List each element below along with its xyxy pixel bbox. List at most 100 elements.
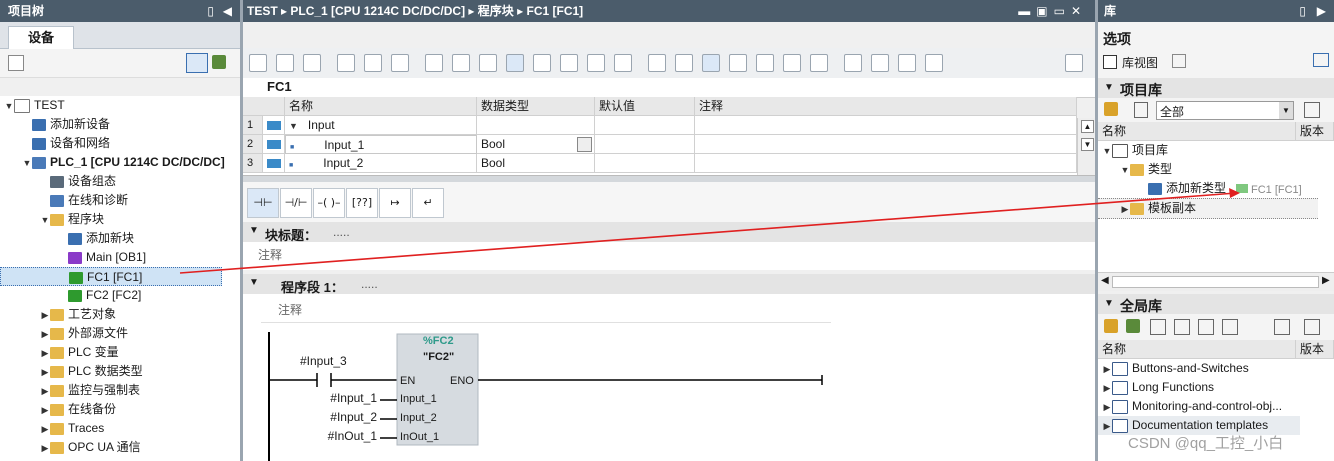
library-tree-item[interactable]: ▼ 项目库: [1098, 141, 1300, 160]
param-argument[interactable]: #Input_1: [330, 391, 377, 405]
library-filter-select[interactable]: 全部 ▼: [1156, 101, 1294, 120]
expand-arrow-icon[interactable]: ▶: [40, 344, 50, 363]
global-col-name[interactable]: 名称: [1098, 340, 1296, 359]
tree-item[interactable]: ▶ 在线备份: [0, 400, 262, 419]
tree-item[interactable]: ▼ TEST: [0, 96, 226, 115]
add-row-icon[interactable]: [425, 54, 443, 72]
col-header-comment[interactable]: 注释: [695, 97, 1077, 116]
coil-icon[interactable]: –( )–: [313, 188, 345, 218]
global-save-icon[interactable]: [1150, 319, 1166, 335]
fc2-name[interactable]: "FC2": [423, 351, 454, 363]
global-library-item[interactable]: ▶ Monitoring-and-control-obj...: [1098, 397, 1300, 416]
tree-item[interactable]: 在线和诊断: [0, 191, 262, 210]
param-type-cell[interactable]: [477, 116, 595, 135]
contact-tag[interactable]: #Input_3: [300, 354, 347, 368]
empty-box-icon[interactable]: [??]: [346, 188, 378, 218]
tab-devices[interactable]: 设备: [8, 26, 74, 50]
collapse-left-icon[interactable]: ◀: [223, 0, 232, 22]
expand-arrow-icon[interactable]: ▶: [40, 306, 50, 325]
expand-arrow-icon[interactable]: ▶: [1102, 360, 1112, 379]
bookmark-icon[interactable]: [783, 54, 801, 72]
param-name-cell[interactable]: ■ Input_1: [285, 135, 477, 154]
insert-network-icon[interactable]: [337, 54, 355, 72]
tree-item[interactable]: FC2 [FC2]: [0, 286, 280, 305]
restore-icon[interactable]: ▣: [1036, 4, 1053, 18]
absolute-address-icon[interactable]: [587, 54, 605, 72]
watch-icon[interactable]: [871, 54, 889, 72]
monitor-icon[interactable]: [560, 54, 578, 72]
tree-item[interactable]: ▶ 监控与强制表: [0, 381, 262, 400]
collapse-arrow-icon[interactable]: ▼: [289, 121, 298, 131]
scroll-thumb[interactable]: [1112, 276, 1319, 288]
compare-icon[interactable]: [925, 54, 943, 72]
global-import-icon[interactable]: [1222, 319, 1238, 335]
breadcrumb-item[interactable]: PLC_1 [CPU 1214C DC/DC/DC]: [290, 4, 465, 18]
minimize-icon[interactable]: ▬: [1018, 4, 1036, 18]
datatype-picker-icon[interactable]: [577, 137, 592, 152]
tree-item[interactable]: ▼ PLC_1 [CPU 1214C DC/DC/DC]: [0, 153, 244, 172]
nc-contact-icon[interactable]: ⊣/⊢: [280, 188, 312, 218]
scroll-left-icon[interactable]: ◀: [1101, 275, 1109, 286]
window-icon[interactable]: [1065, 54, 1083, 72]
tree-item[interactable]: 设备和网络: [0, 134, 244, 153]
library-panel-icon[interactable]: [1313, 53, 1329, 67]
collapse-arrow-icon[interactable]: ▼: [1102, 142, 1112, 161]
refresh-tree-icon[interactable]: [212, 55, 226, 69]
expand-arrow-icon[interactable]: ▶: [40, 420, 50, 439]
collapse-arrow-icon[interactable]: ▼: [1120, 161, 1130, 180]
tag-info-icon[interactable]: [614, 54, 632, 72]
expand-arrow-icon[interactable]: ▶: [40, 439, 50, 458]
expand-arrow-icon[interactable]: ▶: [40, 363, 50, 382]
global-col-version[interactable]: 版本: [1296, 340, 1334, 359]
prev-error-icon[interactable]: [756, 54, 774, 72]
expand-arrow-icon[interactable]: ▶: [1102, 417, 1112, 436]
interface-scrollbar[interactable]: ▲ ▼: [1077, 118, 1096, 175]
global-new-icon[interactable]: [1104, 319, 1118, 333]
next-error-icon[interactable]: [729, 54, 747, 72]
param-type-cell[interactable]: Bool: [477, 135, 595, 154]
expand-arrow-icon[interactable]: ▶: [1102, 379, 1112, 398]
library-export-icon[interactable]: [1304, 102, 1320, 118]
go-to-icon[interactable]: [533, 54, 551, 72]
tree-item[interactable]: FC1 [FC1]: [0, 267, 222, 286]
close-icon[interactable]: ✕: [1071, 4, 1087, 18]
global-export-icon[interactable]: [1198, 319, 1214, 335]
chevron-down-icon[interactable]: ▼: [1279, 102, 1293, 119]
param-default-cell[interactable]: [595, 135, 695, 154]
project-library-toggle-icon[interactable]: ▼: [1104, 82, 1114, 93]
expand-all-icon[interactable]: [452, 54, 470, 72]
details-view-icon[interactable]: [186, 53, 208, 73]
tree-item[interactable]: ▶ Traces: [0, 419, 262, 438]
library-view-label[interactable]: 库视图: [1122, 54, 1158, 71]
param-argument[interactable]: #Input_2: [330, 410, 377, 424]
library-list-icon[interactable]: [1134, 102, 1148, 118]
collapse-all-icon[interactable]: [479, 54, 497, 72]
global-library-item[interactable]: ▶ Buttons-and-Switches: [1098, 359, 1300, 378]
block-title-value[interactable]: .....: [333, 225, 350, 239]
breadcrumb-item[interactable]: TEST: [247, 4, 278, 18]
stop-icon[interactable]: [276, 54, 294, 72]
collapse-arrow-icon[interactable]: ▼: [4, 97, 14, 116]
expand-arrow-icon[interactable]: ▶: [1102, 398, 1112, 417]
global-props-icon[interactable]: [1274, 319, 1290, 335]
block-title-toggle-icon[interactable]: ▼: [249, 225, 259, 236]
param-name-cell[interactable]: ▼ Input: [285, 116, 477, 135]
scroll-right-icon[interactable]: ▶: [1322, 275, 1330, 286]
tree-item[interactable]: ▶ OPC UA 通信: [0, 438, 262, 457]
breadcrumb-item[interactable]: 程序块: [478, 4, 514, 18]
global-library-toggle-icon[interactable]: ▼: [1104, 298, 1114, 309]
breadcrumb-item[interactable]: FC1 [FC1]: [527, 4, 584, 18]
network-value[interactable]: .....: [361, 277, 378, 291]
param-name-cell[interactable]: ■ Input_2: [285, 154, 477, 173]
library-view-icon[interactable]: [1103, 55, 1117, 69]
param-comment-cell[interactable]: [695, 135, 1077, 154]
col-header-datatype[interactable]: 数据类型: [477, 97, 595, 116]
param-default-cell[interactable]: [595, 154, 695, 173]
param-type-cell[interactable]: Bool: [477, 154, 595, 173]
open-branch-icon[interactable]: ↦: [379, 188, 411, 218]
expand-arrow-icon[interactable]: ▶: [40, 401, 50, 420]
open-all-icon[interactable]: [675, 54, 693, 72]
library-col-version[interactable]: 版本: [1296, 122, 1334, 141]
global-open-icon[interactable]: [1126, 319, 1140, 333]
expand-arrow-icon[interactable]: ▶: [40, 382, 50, 401]
